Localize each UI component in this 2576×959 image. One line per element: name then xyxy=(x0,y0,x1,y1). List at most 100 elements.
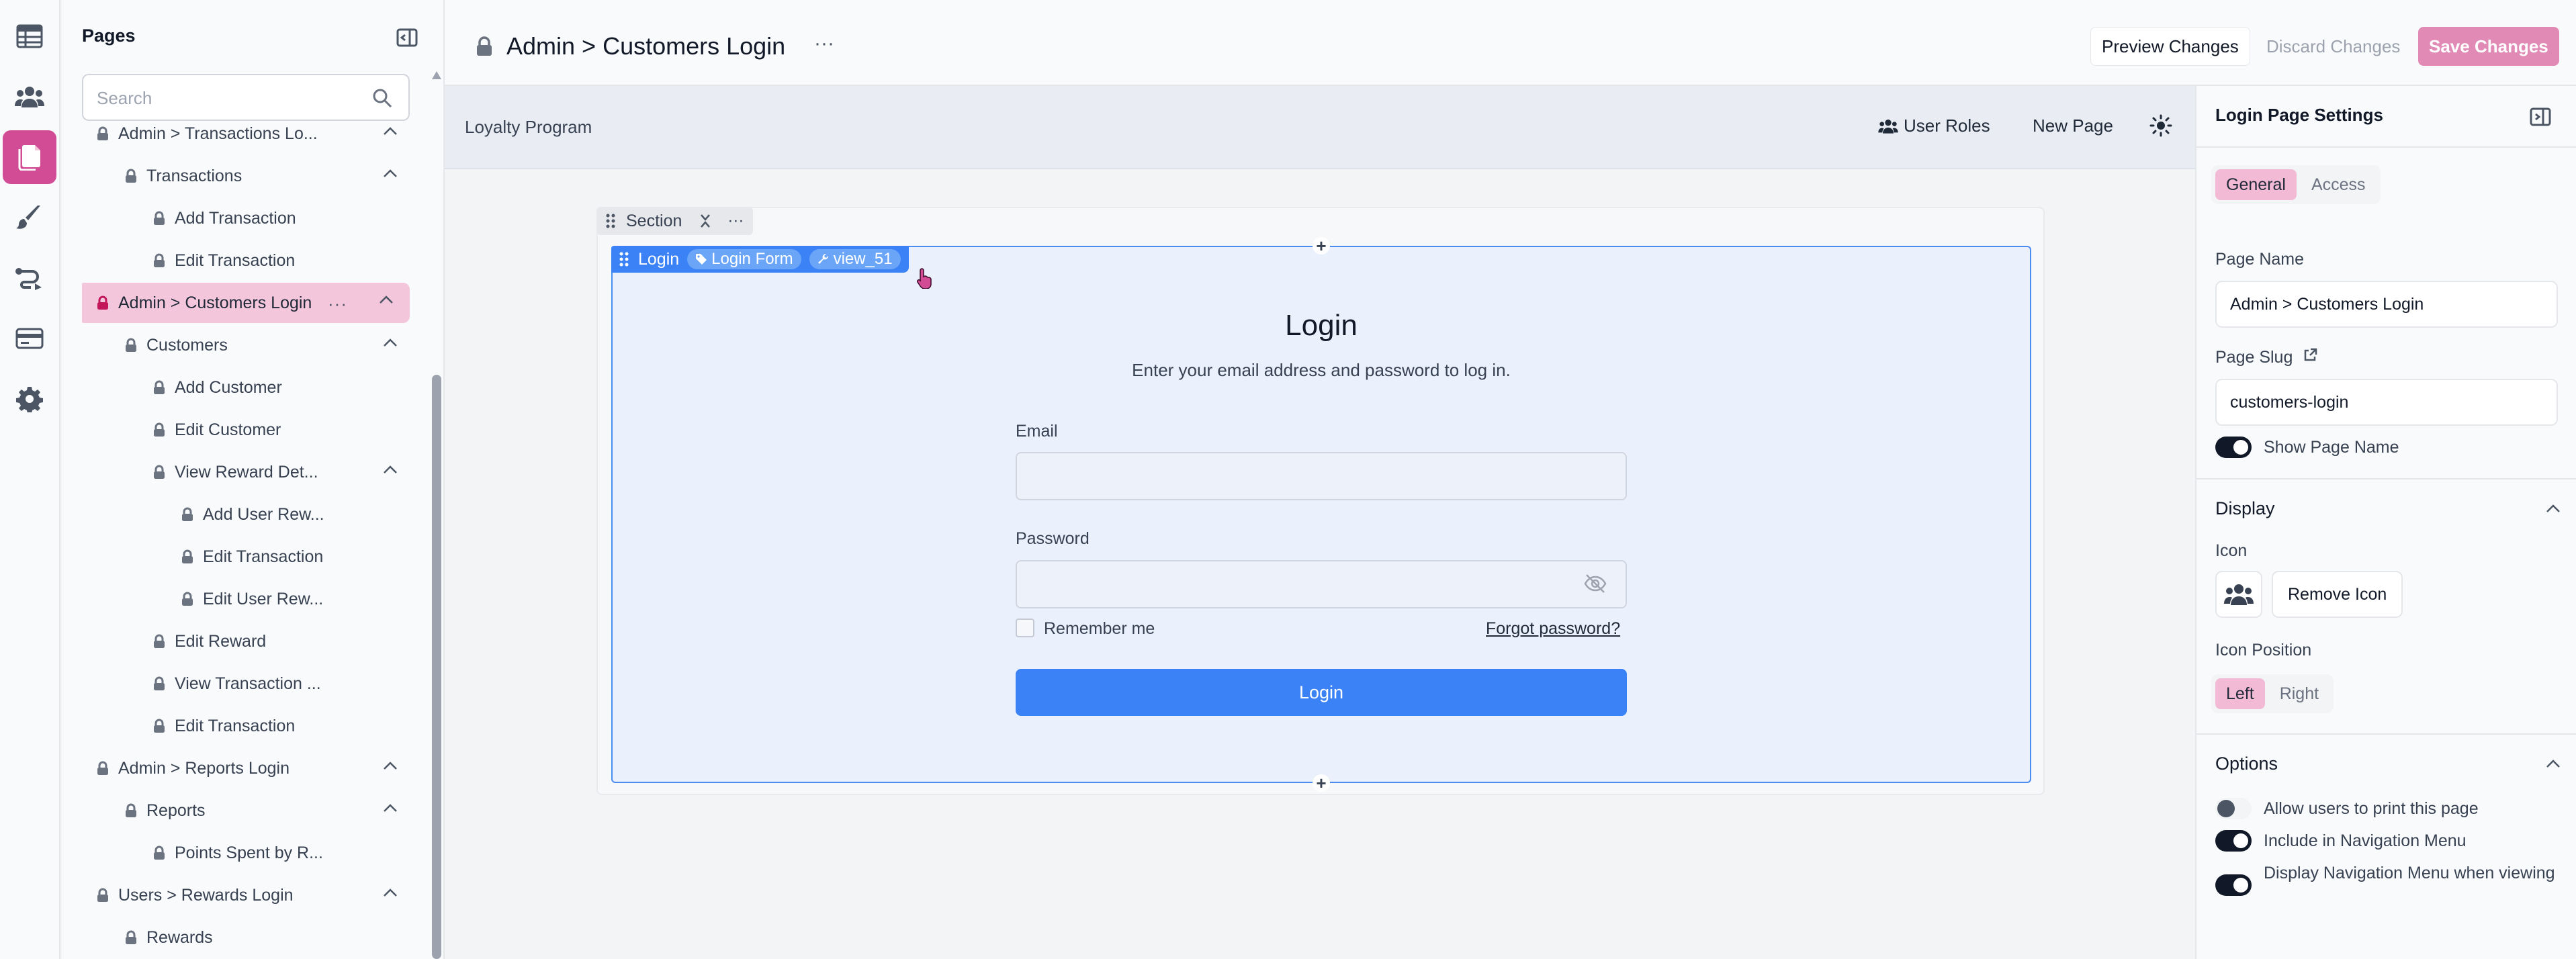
page-slug-input[interactable] xyxy=(2215,379,2558,426)
tree-item[interactable]: View Reward Det... xyxy=(82,453,443,492)
lock-icon xyxy=(126,803,136,817)
add-block-below-button[interactable]: + xyxy=(1313,773,1330,793)
drag-handle-icon[interactable] xyxy=(619,252,629,267)
display-nav-toggle[interactable] xyxy=(2215,874,2252,896)
tree-item[interactable]: Rewards xyxy=(82,918,443,957)
include-in-nav-label: Include in Navigation Menu xyxy=(2264,831,2467,850)
forgot-password-link[interactable]: Forgot password? xyxy=(1486,619,1620,639)
tree-item-label: Customers xyxy=(146,335,228,355)
gear-icon xyxy=(16,387,43,412)
lock-icon xyxy=(182,549,193,563)
page-title: Admin > Customers Login xyxy=(506,32,786,60)
chevron-up-icon[interactable] xyxy=(383,888,398,897)
tree-item[interactable]: Add User Rew... xyxy=(82,495,443,534)
external-link-icon[interactable] xyxy=(2303,348,2317,363)
login-form-pill[interactable]: Login Form xyxy=(687,249,801,269)
nav-new-page-link[interactable]: New Page xyxy=(2033,116,2113,136)
tree-item[interactable]: Add Transaction xyxy=(82,199,443,238)
rail-flows-button[interactable] xyxy=(3,251,56,305)
drag-handle-icon[interactable] xyxy=(606,214,615,228)
page-more-icon[interactable]: ··· xyxy=(328,293,347,314)
section-more-icon[interactable]: ··· xyxy=(727,212,744,230)
rail-design-button[interactable] xyxy=(3,191,56,244)
lock-icon xyxy=(154,211,165,225)
scrollbar-thumb[interactable] xyxy=(432,375,441,959)
rail-users-button[interactable] xyxy=(3,70,56,124)
allow-print-toggle[interactable] xyxy=(2215,798,2252,819)
rail-tables-button[interactable] xyxy=(3,9,56,63)
view-key-pill[interactable]: view_51 xyxy=(809,249,901,269)
tab-access[interactable]: Access xyxy=(2301,169,2377,200)
rail-pages-button[interactable] xyxy=(3,130,56,184)
tree-item[interactable]: Customers xyxy=(82,326,443,365)
pages-tree-scrollbar[interactable] xyxy=(430,71,442,959)
page-name-input[interactable] xyxy=(2215,281,2558,328)
tree-item[interactable]: Edit Transaction xyxy=(82,241,443,280)
panel-collapse-icon[interactable] xyxy=(2530,106,2551,128)
tree-item[interactable]: Admin > Transactions Lo... xyxy=(82,114,443,153)
display-section-heading[interactable]: Display xyxy=(2215,498,2275,519)
preview-changes-button[interactable]: Preview Changes xyxy=(2090,27,2250,66)
chevron-up-icon[interactable] xyxy=(383,169,398,178)
options-section-heading[interactable]: Options xyxy=(2215,753,2278,774)
chevron-up-icon[interactable] xyxy=(383,465,398,474)
email-label: Email xyxy=(1016,422,1058,441)
rail-payments-button[interactable] xyxy=(3,312,56,365)
tree-item-selected[interactable]: Admin > Customers Login ··· xyxy=(82,283,410,323)
scroll-up-arrow-icon[interactable] xyxy=(432,71,441,79)
add-block-above-button[interactable]: + xyxy=(1313,236,1330,256)
toggle-knob xyxy=(2233,440,2248,455)
tree-item[interactable]: Edit User Rew... xyxy=(82,580,443,619)
eye-slash-icon[interactable] xyxy=(1584,574,1607,594)
include-in-nav-toggle[interactable] xyxy=(2215,830,2252,852)
divider xyxy=(2196,733,2576,735)
tree-item[interactable]: Edit Transaction xyxy=(82,706,443,745)
icon-position-left[interactable]: Left xyxy=(2215,678,2265,709)
lock-icon xyxy=(126,930,136,944)
theme-toggle-button[interactable] xyxy=(2149,114,2172,137)
lock-icon xyxy=(182,592,193,606)
save-changes-button[interactable]: Save Changes xyxy=(2418,27,2559,66)
tree-item-label: Edit Transaction xyxy=(175,250,296,270)
tree-item[interactable]: Transactions xyxy=(82,156,443,195)
chevron-up-icon[interactable] xyxy=(383,803,398,813)
collapse-section-icon[interactable] xyxy=(699,214,711,228)
divider xyxy=(2196,478,2576,479)
show-page-name-toggle[interactable] xyxy=(2215,437,2252,458)
email-field[interactable] xyxy=(1016,452,1627,500)
chevron-up-icon[interactable] xyxy=(383,338,398,347)
chevron-up-icon[interactable] xyxy=(2546,504,2561,513)
collapse-sidebar-button[interactable] xyxy=(396,27,418,48)
tree-item-label: Edit User Rew... xyxy=(203,589,324,608)
rail-settings-button[interactable] xyxy=(3,372,56,426)
password-field[interactable] xyxy=(1016,560,1627,608)
flows-icon xyxy=(15,268,42,290)
tree-item[interactable]: Admin > Reports Login xyxy=(82,749,443,788)
page-more-button[interactable]: ··· xyxy=(814,32,834,55)
remember-me-label[interactable]: Remember me xyxy=(1044,619,1155,639)
tree-item[interactable]: Add Customer xyxy=(82,368,443,407)
chevron-up-icon[interactable] xyxy=(2546,759,2561,768)
login-submit-button[interactable]: Login xyxy=(1016,669,1627,716)
chevron-up-icon[interactable] xyxy=(383,761,398,770)
tree-item[interactable]: Edit Customer xyxy=(82,410,443,449)
page-icon-picker[interactable] xyxy=(2215,571,2262,618)
nav-user-roles-link[interactable]: User Roles xyxy=(1878,116,1990,136)
chevron-up-icon[interactable] xyxy=(379,295,394,304)
tree-item[interactable]: Users > Rewards Login xyxy=(82,876,443,915)
tree-item[interactable]: Edit Transaction xyxy=(82,537,443,576)
tree-item[interactable]: Points Spent by R... xyxy=(82,833,443,872)
chevron-up-icon[interactable] xyxy=(383,126,398,136)
tree-item[interactable]: View Transaction ... xyxy=(82,664,443,703)
pages-sidebar-title: Pages xyxy=(82,26,136,46)
icon-position-right[interactable]: Right xyxy=(2269,678,2329,709)
tree-item-label: Edit Customer xyxy=(175,420,281,439)
tab-general[interactable]: General xyxy=(2215,169,2297,200)
app-title[interactable]: Loyalty Program xyxy=(465,117,592,138)
remove-icon-button[interactable]: Remove Icon xyxy=(2272,571,2403,618)
pages-search-input[interactable] xyxy=(97,83,365,113)
discard-changes-button[interactable]: Discard Changes xyxy=(2256,27,2411,66)
tree-item[interactable]: Reports xyxy=(82,791,443,830)
tree-item[interactable]: Edit Reward xyxy=(82,622,443,661)
remember-me-checkbox[interactable] xyxy=(1016,619,1034,637)
